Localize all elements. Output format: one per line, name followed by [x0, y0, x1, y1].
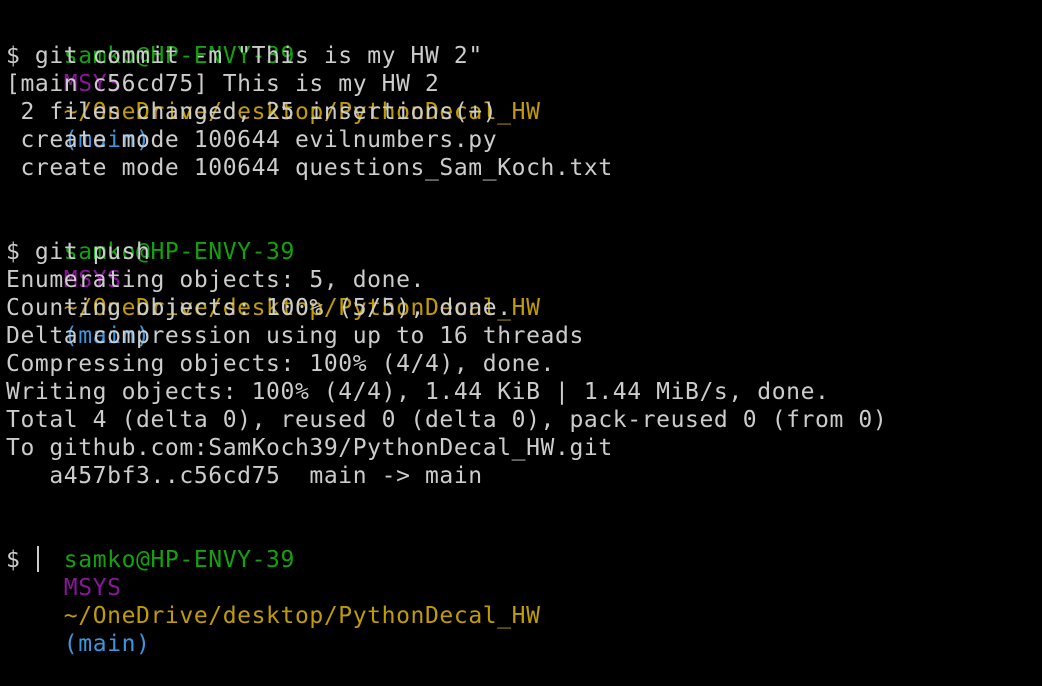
output-line: [main c56cd75] This is my HW 2	[6, 71, 440, 97]
command-text: git push	[34, 239, 151, 265]
output-line: create mode 100644 evilnumbers.py	[6, 127, 498, 153]
output-line: Delta compression using up to 16 threads	[6, 323, 584, 349]
output-line: Writing objects: 100% (4/4), 1.44 KiB | …	[6, 379, 830, 405]
output-line: Compressing objects: 100% (4/4), done.	[6, 351, 555, 377]
output-line: Total 4 (delta 0), reused 0 (delta 0), p…	[6, 407, 888, 433]
output-line: Enumerating objects: 5, done.	[6, 267, 425, 293]
prompt-line: samko@HP-ENVY-39 MSYS ~/OneDrive/desktop…	[6, 518, 1042, 657]
output-line: To github.com:SamKoch39/PythonDecal_HW.g…	[6, 435, 613, 461]
prompt-line: samko@HP-ENVY-39 MSYS ~/OneDrive/desktop…	[6, 14, 1042, 153]
terminal-window[interactable]: samko@HP-ENVY-39 MSYS ~/OneDrive/desktop…	[0, 0, 1042, 657]
output-line: create mode 100644 questions_Sam_Koch.tx…	[6, 155, 613, 181]
output-line: a457bf3..c56cd75 main -> main	[6, 463, 483, 489]
prompt-symbol: $	[6, 43, 21, 69]
prompt-symbol: $	[6, 547, 21, 573]
text-cursor[interactable]	[36, 546, 39, 572]
command-line: $ git commit -m "This is my HW 2"	[6, 42, 1042, 70]
prompt-symbol: $	[6, 239, 21, 265]
current-path: ~/OneDrive/desktop/PythonDecal_HW	[63, 603, 541, 629]
command-text: git commit -m "This is my HW 2"	[34, 43, 483, 69]
user-host: samko@HP-ENVY-39	[63, 547, 295, 573]
prompt-line: samko@HP-ENVY-39 MSYS ~/OneDrive/desktop…	[6, 210, 1042, 349]
git-branch: (main)	[63, 631, 151, 657]
